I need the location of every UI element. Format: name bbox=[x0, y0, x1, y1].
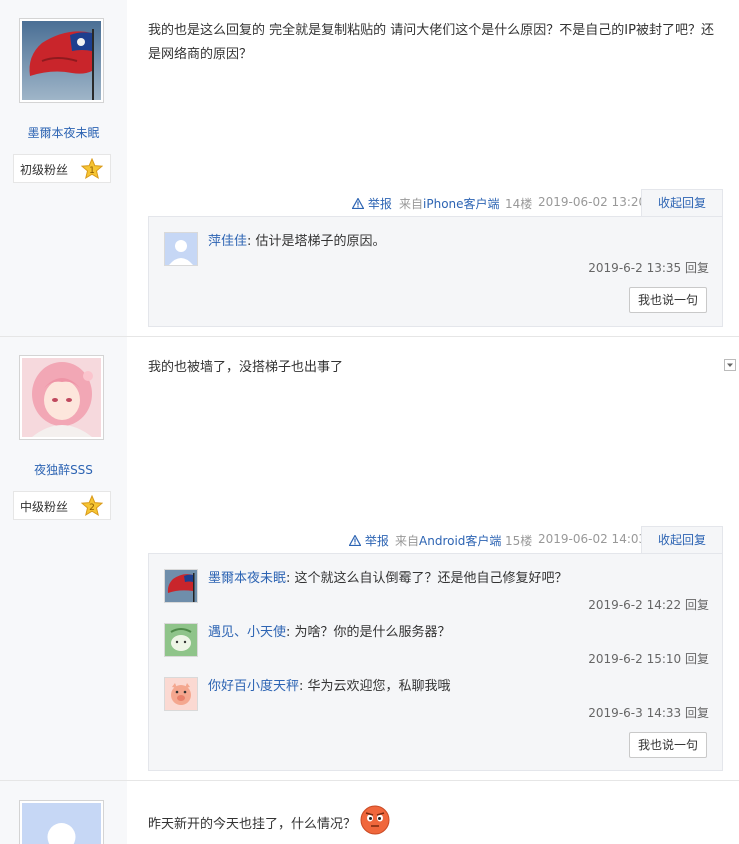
author-name[interactable]: 夜独醉SSS bbox=[0, 461, 127, 478]
anime-girl-avatar-image bbox=[22, 358, 101, 437]
post-floor-15: 夜独醉SSS 中级粉丝 2 我的也被墙了，没搭梯子也出事了 举报 来自Andro… bbox=[0, 337, 739, 780]
reply-text: 估计是塔梯子的原因。 bbox=[255, 234, 386, 249]
post-date: 2019-06-02 14:03 bbox=[538, 532, 647, 546]
level-name: 中级粉丝 bbox=[20, 500, 69, 514]
post-content: 我的也是这么回复的 完全就是复制粘贴的 请问大佬们这个是什么原因？不是自己的IP… bbox=[148, 23, 714, 62]
reply-time: 2019-6-3 14:33 bbox=[588, 706, 682, 720]
reply-text: 这个就这么自认倒霉了？还是他自己修复好吧？ bbox=[294, 571, 568, 586]
author-avatar[interactable] bbox=[19, 18, 104, 103]
say-something-button[interactable]: 我也说一句 bbox=[629, 732, 707, 758]
reply-avatar[interactable] bbox=[164, 232, 198, 266]
warning-icon bbox=[351, 197, 365, 210]
post-source: 来自iPhone客户端 bbox=[399, 195, 500, 212]
floor-number: 15楼 bbox=[505, 534, 533, 548]
collapse-replies-button[interactable]: 收起回复 bbox=[641, 526, 723, 553]
reply-item: 墨爾本夜未眠: 这个就这么自认倒霉了？还是他自己修复好吧？ 2019-6-2 1… bbox=[164, 569, 709, 619]
default-avatar-image bbox=[22, 803, 101, 844]
reply-link[interactable]: 回复 bbox=[685, 652, 709, 666]
reply-avatar[interactable] bbox=[164, 623, 198, 657]
collapse-replies-button[interactable]: 收起回复 bbox=[641, 189, 723, 216]
reply-avatar[interactable] bbox=[164, 569, 198, 603]
fan-level-badge[interactable]: 初级粉丝 1 bbox=[13, 154, 111, 183]
reply-text: 华为云欢迎您，私聊我哦 bbox=[307, 679, 451, 694]
reply-link[interactable]: 回复 bbox=[685, 598, 709, 612]
report-label: 举报 bbox=[367, 197, 392, 211]
reply-time: 2019-6-2 15:10 bbox=[588, 652, 682, 666]
author-avatar[interactable] bbox=[19, 355, 104, 440]
floor-number: 14楼 bbox=[505, 197, 533, 211]
reply-text-line: 遇见、小天使: 为啥？你的是什么服务器？ bbox=[208, 625, 451, 640]
reply-username[interactable]: 萍佳佳 bbox=[208, 234, 247, 249]
level-star-icon: 2 bbox=[81, 495, 103, 517]
fan-level-badge[interactable]: 中级粉丝 2 bbox=[13, 491, 111, 520]
client-link[interactable]: Android客户端 bbox=[419, 534, 501, 548]
green-bun-avatar-image bbox=[165, 624, 197, 656]
post-content: 我的也被墙了，没搭梯子也出事了 bbox=[148, 360, 344, 375]
flag-avatar-image bbox=[22, 21, 101, 100]
reply-link[interactable]: 回复 bbox=[685, 706, 709, 720]
flag-avatar-image bbox=[165, 570, 197, 602]
svg-text:2: 2 bbox=[89, 503, 95, 513]
reply-item: 你好百小度天秤: 华为云欢迎您，私聊我哦 2019-6-3 14:33 回复 bbox=[164, 677, 709, 727]
reply-text: 为啥？你的是什么服务器？ bbox=[294, 625, 451, 640]
reply-avatar[interactable] bbox=[164, 677, 198, 711]
chevron-down-icon bbox=[727, 363, 733, 367]
post-date: 2019-06-02 13:20 bbox=[538, 195, 647, 209]
reply-meta: 2019-6-2 14:22 回复 bbox=[588, 596, 709, 613]
author-name[interactable]: 墨爾本夜未眠 bbox=[0, 124, 127, 141]
post-floor-16: 昨天新开的今天也挂了，什么情况？ bbox=[0, 781, 739, 844]
post-floor-14: 墨爾本夜未眠 初级粉丝 1 我的也是这么回复的 完全就是复制粘贴的 请问大佬们这… bbox=[0, 0, 739, 336]
svg-text:1: 1 bbox=[89, 166, 95, 176]
level-name: 初级粉丝 bbox=[20, 163, 69, 177]
post-menu-dropdown[interactable] bbox=[724, 359, 736, 371]
reply-item: 遇见、小天使: 为啥？你的是什么服务器？ 2019-6-2 15:10 回复 bbox=[164, 623, 709, 673]
source-prefix: 来自 bbox=[399, 197, 424, 211]
angry-face-emoji-icon bbox=[360, 805, 390, 834]
report-link[interactable]: 举报 bbox=[351, 195, 392, 212]
reply-time: 2019-6-2 13:35 bbox=[588, 261, 682, 275]
reply-item: 萍佳佳: 估计是塔梯子的原因。 2019-6-2 13:35 回复 bbox=[164, 232, 709, 282]
reply-username[interactable]: 你好百小度天秤 bbox=[208, 679, 299, 694]
source-prefix: 来自 bbox=[395, 534, 420, 548]
reply-text-line: 萍佳佳: 估计是塔梯子的原因。 bbox=[208, 234, 386, 249]
warning-icon bbox=[348, 534, 362, 547]
level-star-icon: 1 bbox=[81, 158, 103, 180]
reply-username[interactable]: 墨爾本夜未眠 bbox=[208, 571, 286, 586]
reply-thread: 墨爾本夜未眠: 这个就这么自认倒霉了？还是他自己修复好吧？ 2019-6-2 1… bbox=[148, 553, 723, 771]
post-tail: 举报 来自iPhone客户端 14楼 2019-06-02 13:20 收起回复 bbox=[0, 189, 739, 216]
post-source: 来自Android客户端 bbox=[395, 532, 501, 549]
post-content-text: 昨天新开的今天也挂了，什么情况？ bbox=[148, 817, 357, 832]
reply-link[interactable]: 回复 bbox=[685, 261, 709, 275]
say-something-button[interactable]: 我也说一句 bbox=[629, 287, 707, 313]
reply-text-line: 墨爾本夜未眠: 这个就这么自认倒霉了？还是他自己修复好吧？ bbox=[208, 571, 568, 586]
post-content: 昨天新开的今天也挂了，什么情况？ bbox=[148, 805, 718, 837]
reply-thread: 萍佳佳: 估计是塔梯子的原因。 2019-6-2 13:35 回复 我也说一句 bbox=[148, 216, 723, 327]
reply-username[interactable]: 遇见、小天使 bbox=[208, 625, 286, 640]
report-label: 举报 bbox=[364, 534, 389, 548]
report-link[interactable]: 举报 bbox=[348, 532, 389, 549]
client-link[interactable]: iPhone客户端 bbox=[423, 197, 500, 211]
post-tail: 举报 来自Android客户端 15楼 2019-06-02 14:03 收起回… bbox=[0, 526, 739, 553]
reply-meta: 2019-6-3 14:33 回复 bbox=[588, 704, 709, 721]
reply-meta: 2019-6-2 13:35 回复 bbox=[588, 259, 709, 276]
reply-text-line: 你好百小度天秤: 华为云欢迎您，私聊我哦 bbox=[208, 679, 451, 694]
pig-avatar-image bbox=[165, 678, 197, 710]
author-avatar[interactable] bbox=[19, 800, 104, 844]
default-avatar-image bbox=[165, 233, 197, 265]
reply-time: 2019-6-2 14:22 bbox=[588, 598, 682, 612]
reply-meta: 2019-6-2 15:10 回复 bbox=[588, 650, 709, 667]
